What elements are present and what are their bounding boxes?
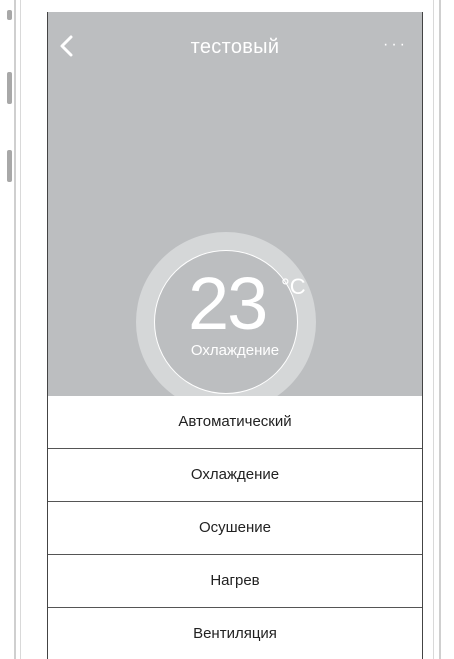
phone-volume-down-button bbox=[7, 150, 12, 182]
phone-mute-switch bbox=[7, 10, 12, 20]
temperature-unit: °C bbox=[281, 274, 306, 299]
mode-item-fan[interactable]: Вентиляция bbox=[48, 608, 422, 659]
page-title: тестовый bbox=[190, 36, 280, 58]
phone-edge-right-inner bbox=[433, 0, 434, 659]
mode-item-auto[interactable]: Автоматический bbox=[48, 396, 422, 449]
more-horizontal-icon: ··· bbox=[383, 36, 408, 53]
mode-list: Автоматический Охлаждение Осушение Нагре… bbox=[48, 396, 422, 659]
mode-item-heat[interactable]: Нагрев bbox=[48, 555, 422, 608]
temperature-value: 23 bbox=[188, 262, 268, 345]
app-screen: тестовый ··· 23 °C Охлаждение Автоматиче… bbox=[47, 12, 423, 659]
current-mode-label: Охлаждение bbox=[190, 342, 280, 359]
phone-edge-left-inner bbox=[20, 0, 21, 659]
more-button[interactable]: ··· bbox=[383, 36, 408, 54]
mode-item-dry[interactable]: Осушение bbox=[48, 502, 422, 555]
control-header: тестовый ··· 23 °C Охлаждение bbox=[48, 12, 422, 412]
phone-volume-up-button bbox=[7, 72, 12, 104]
phone-frame: тестовый ··· 23 °C Охлаждение Автоматиче… bbox=[0, 0, 454, 659]
phone-edge-right bbox=[439, 0, 441, 659]
mode-item-cool[interactable]: Охлаждение bbox=[48, 449, 422, 502]
phone-edge-left bbox=[14, 0, 16, 659]
